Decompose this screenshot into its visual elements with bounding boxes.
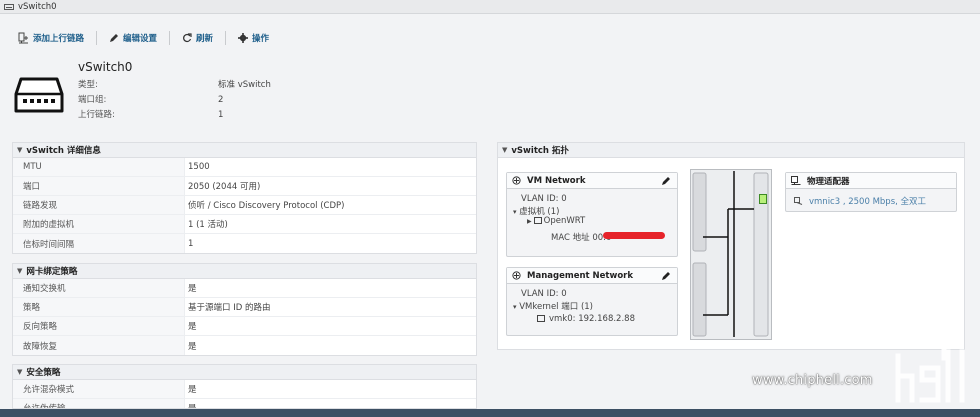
portgroup-icon [512,271,521,280]
switch-small-icon [4,3,14,10]
portgroup-icon [512,176,521,185]
toolbar-separator [96,31,98,45]
edit-settings-label: 编辑设置 [123,34,158,44]
vswitch-details-panel: ▼ vSwitch 详细信息 MTU 1500 端口 2050 (2044 可用) 链… [12,142,477,254]
physical-nic-icon [794,197,803,205]
physical-adapters-header: 物理适配器 [786,173,956,189]
detail-row: 信标时间间隔 1 [13,234,476,253]
pencil-icon [110,34,119,42]
vm-network-portgroup[interactable]: VM Network VLAN ID: 0 ▾ 虚拟机 (1) ▶ OpenWRT… [506,172,678,257]
vm-item-openwrt[interactable]: ▶ OpenWRT [527,216,585,226]
physical-nic-icon [791,176,801,185]
vmkernel-ports-toggle[interactable]: ▾ VMkernel 端口 (1) [513,300,593,312]
vswitch-name: vSwitch0 [78,60,133,74]
nic-teaming-row: 故障恢复是 [13,336,476,355]
toolbar-separator [169,31,171,45]
detail-row: 链路发现 侦听 / Cisco Discovery Protocol (CDP) [13,196,476,215]
vmkernel-port-item[interactable]: vmk0: 192.168.2.88 [537,314,635,324]
refresh-button[interactable]: 刷新 [182,32,213,44]
vm-network-header: VM Network [507,173,677,189]
caret-right-icon: ▶ [527,218,532,225]
network-switch-icon [14,77,64,113]
refresh-icon [183,33,192,43]
add-uplink-button[interactable]: 添加上行链路 [18,32,84,44]
chevron-down-icon: ▾ [513,208,517,216]
physical-adapters-group[interactable]: 物理适配器 vmnic3 , 2500 Mbps, 全双工 [785,172,957,212]
bottom-bar [0,409,980,417]
chevron-down-icon: ▾ [513,303,517,311]
watermark-site-text: www.chiphell.com [752,373,873,388]
window-title: vSwitch0 [18,1,57,12]
nic-teaming-header[interactable]: ▼ 网卡绑定策略 [13,264,476,279]
vswitch-details-header[interactable]: ▼ vSwitch 详细信息 [13,143,476,158]
add-uplink-label: 添加上行链路 [33,34,85,44]
vm-icon [533,217,542,224]
caret-down-icon: ▼ [17,146,23,154]
refresh-label: 刷新 [196,34,214,44]
caret-down-icon: ▼ [17,267,23,275]
toolbar-separator [225,31,227,45]
security-row: 允许混杂模式是 [13,380,476,399]
actions-label: 操作 [252,34,270,44]
detail-row: MTU 1500 [13,158,476,177]
window-titlebar: vSwitch0 [0,0,980,14]
uplink-port-connector [759,194,767,204]
vlan-id: VLAN ID: 0 [521,194,567,204]
nic-teaming-row: 通知交换机是 [13,279,476,298]
toolbar: 添加上行链路 编辑设置 刷新 操作 [0,28,980,48]
vlan-id: VLAN ID: 0 [521,289,567,299]
vmkernel-nic-icon [537,315,545,322]
summary-row: 类型: 标准 vSwitch [78,80,271,90]
management-network-portgroup[interactable]: Management Network VLAN ID: 0 ▾ VMkernel… [506,267,678,336]
caret-down-icon: ▼ [502,146,508,154]
edit-settings-button[interactable]: 编辑设置 [109,32,157,44]
edit-portgroup-icon[interactable] [661,176,671,186]
physical-nic-item[interactable]: vmnic3 , 2500 Mbps, 全双工 [794,195,926,207]
security-header[interactable]: ▼ 安全策略 [13,365,476,380]
redaction-mark [603,232,665,239]
actions-button[interactable]: 操作 [238,32,269,44]
add-uplink-icon [18,32,28,44]
chiphell-watermark-logo [881,301,965,403]
summary-row: 上行链路: 1 [78,110,224,120]
summary-row: 端口组: 2 [78,95,224,105]
topology-header[interactable]: ▼ vSwitch 拓扑 [498,143,964,158]
vswitch-summary: vSwitch0 类型: 标准 vSwitch 端口组: 2 上行链路: 1 [14,58,614,128]
gear-icon [238,33,249,43]
security-row: 允许伪传输是 [13,399,476,408]
detail-row: 附加的虚拟机 1 (1 活动) [13,215,476,234]
nic-teaming-row: 反向策略是 [13,317,476,336]
nic-teaming-row: 策略 基于源端口 ID 的路由 [13,298,476,317]
nic-teaming-panel: ▼ 网卡绑定策略 通知交换机是 策略 基于源端口 ID 的路由 反向策略是 故障恢复… [12,263,477,356]
management-network-header: Management Network [507,268,677,284]
detail-row: 端口 2050 (2044 可用) [13,177,476,196]
security-panel: ▼ 安全策略 允许混杂模式是 允许伪传输是 [12,364,477,409]
caret-down-icon: ▼ [17,368,23,376]
edit-portgroup-icon[interactable] [661,271,671,281]
